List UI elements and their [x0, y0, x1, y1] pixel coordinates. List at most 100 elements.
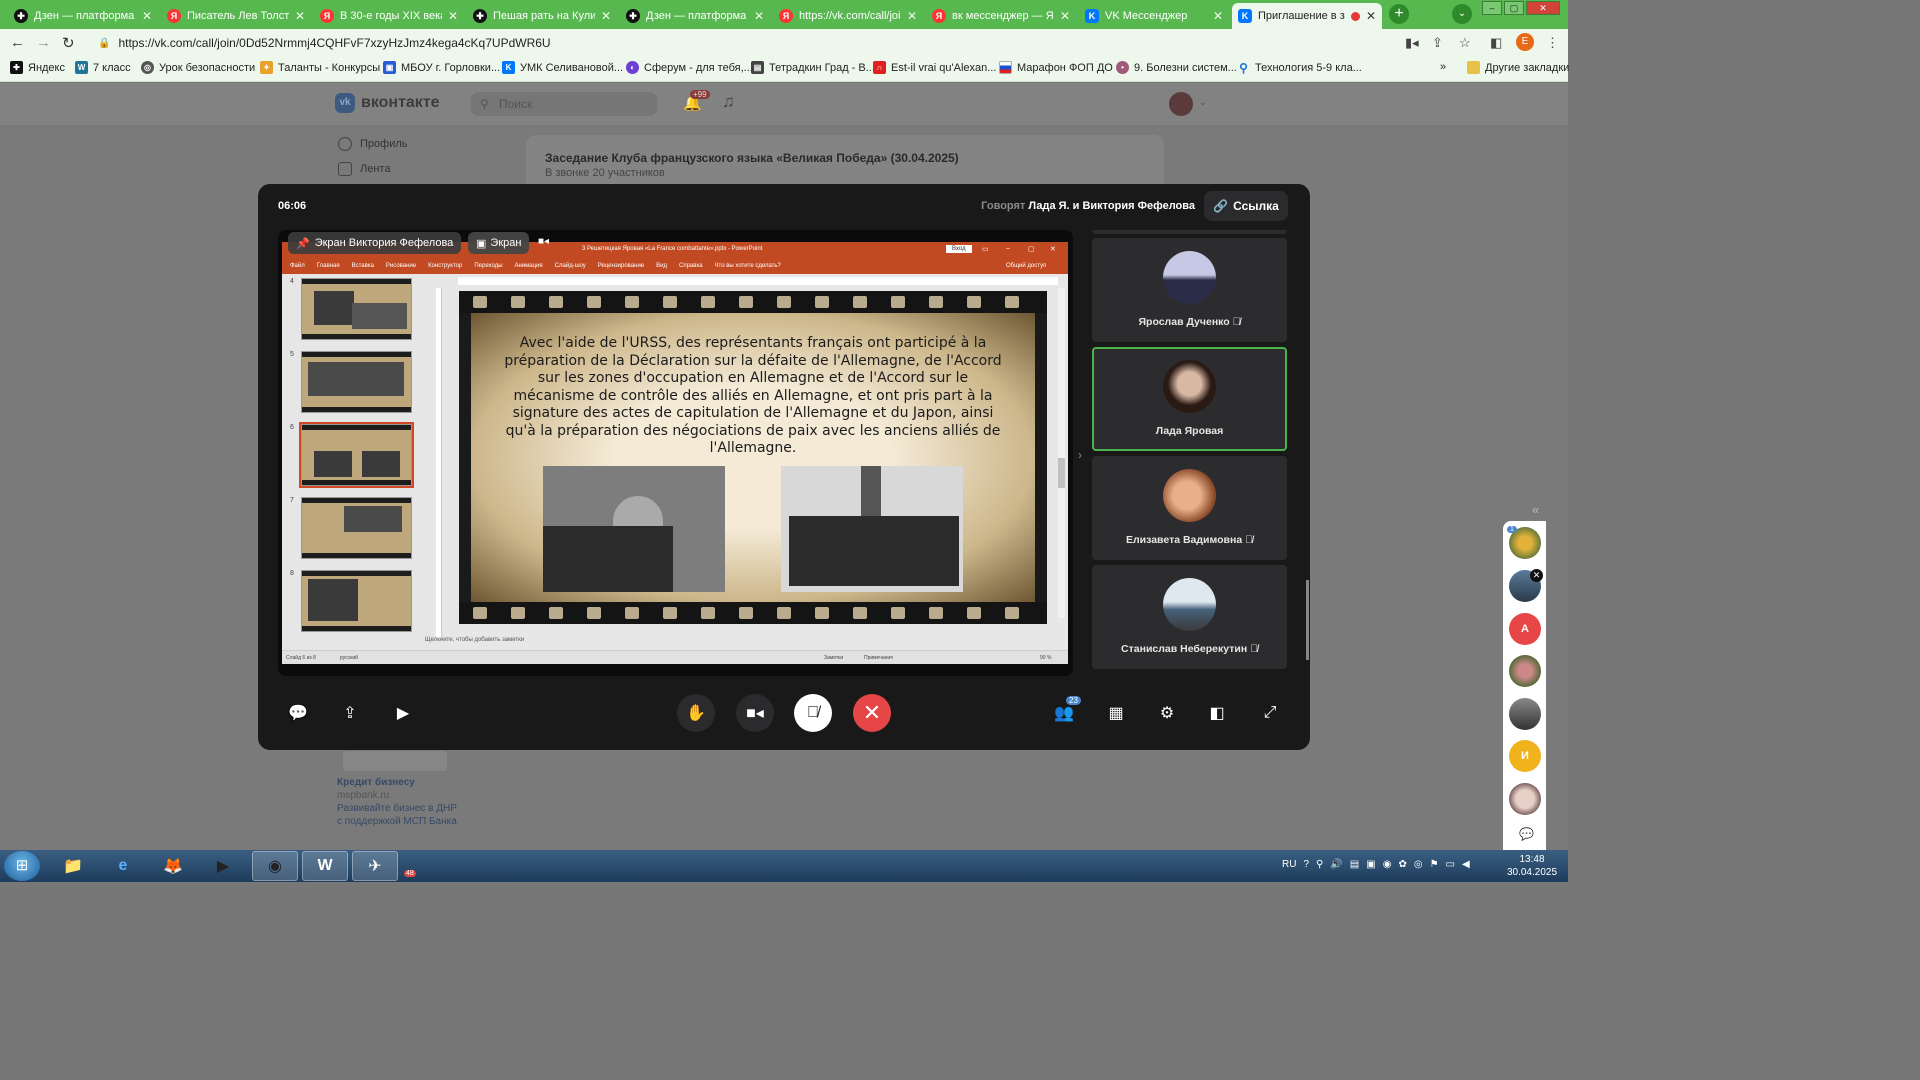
screen-share-icon[interactable]: ⇪ — [331, 694, 369, 732]
start-button[interactable]: ⊞ — [4, 851, 40, 881]
bookmark-item[interactable]: ▤ Тетрадкин Град - В... — [751, 61, 875, 74]
tiles-scrollbar[interactable] — [1306, 580, 1309, 660]
ad-image[interactable] — [343, 751, 447, 771]
explorer-folder-icon[interactable]: 📁 — [50, 851, 96, 881]
browser-tab[interactable]: ✚ Пешая рать на Кулико ✕ — [467, 3, 617, 29]
ad-block[interactable]: Кредит бизнесу mspbank.ru Развивайте биз… — [337, 776, 457, 828]
close-tab-icon[interactable]: ✕ — [601, 9, 611, 23]
sidebar-item-feed[interactable]: Лента — [338, 162, 390, 176]
close-tab-icon[interactable]: ✕ — [1060, 9, 1070, 23]
forward-arrow-icon[interactable]: → — [36, 34, 51, 51]
address-bar[interactable]: 🔒 https://vk.com/call/join/0Dd52Nrmmj4CQ… — [88, 32, 1388, 54]
word-icon[interactable]: W — [302, 851, 348, 881]
clock[interactable]: 13:48 30.04.2025 — [1500, 853, 1564, 879]
chat-avatar[interactable]: И — [1509, 740, 1541, 772]
language-indicator[interactable]: RU — [1282, 859, 1296, 870]
chrome-tray-icon[interactable]: ◉ — [1383, 859, 1392, 870]
chrome-icon[interactable]: ◉ — [252, 851, 298, 881]
mic-muted-button[interactable]: 🎙̸ — [794, 694, 832, 732]
chat-avatar[interactable] — [1509, 655, 1541, 687]
usb-icon[interactable]: ⚲ — [1316, 859, 1323, 870]
bookmark-item[interactable]: ◎ Урок безопасности — [141, 61, 255, 74]
chat-bubble-icon[interactable]: 💬 — [1519, 827, 1534, 841]
participant-tile[interactable]: Станислав Неберекутин 🎙̸ — [1092, 565, 1287, 669]
close-tab-icon[interactable]: ✕ — [448, 9, 458, 23]
camera-in-use-icon[interactable]: ▮◂ — [1405, 35, 1419, 51]
collapse-chevrons-icon[interactable]: « — [1532, 502, 1539, 517]
chevron-down-icon[interactable]: ⌄ — [1199, 97, 1207, 108]
menu-kebab-icon[interactable]: ⋮ — [1546, 35, 1559, 51]
participant-tile-speaking[interactable]: Лада Яровая — [1092, 347, 1287, 451]
app-tray-icon[interactable]: ▣ — [1366, 859, 1375, 870]
chat-avatar[interactable] — [1509, 698, 1541, 730]
close-tab-icon[interactable]: ✕ — [295, 9, 305, 23]
close-tab-icon[interactable]: ✕ — [907, 9, 917, 23]
close-window-button[interactable]: ✕ — [1526, 1, 1560, 15]
browser-tab-active[interactable]: K Приглашение в зв ✕ — [1232, 3, 1382, 29]
bookmark-star-icon[interactable]: ☆ — [1459, 35, 1471, 51]
browser-tab[interactable]: K VK Мессенджер ✕ — [1079, 3, 1229, 29]
shared-screen[interactable]: 3 Решетицкая Яровая «La France combattan… — [278, 230, 1073, 676]
fullscreen-icon[interactable]: ⤢ — [1251, 694, 1289, 732]
minimize-window-button[interactable]: – — [1482, 1, 1502, 15]
bookmark-item[interactable]: W 7 класс — [75, 61, 131, 74]
yandex-tray-icon[interactable]: ◎ — [1414, 859, 1423, 870]
bookmark-item[interactable]: ✚ Яндекс — [10, 61, 65, 74]
side-panel-icon[interactable]: ◧ — [1490, 35, 1502, 51]
tab-search-chevron-icon[interactable]: ⌄ — [1452, 4, 1472, 24]
browser-tab[interactable]: Я https://vk.com/call/join ✕ — [773, 3, 923, 29]
grid-layout-icon[interactable]: ▦ — [1097, 694, 1135, 732]
back-arrow-icon[interactable]: ← — [10, 34, 25, 51]
end-call-button[interactable]: ✕ — [853, 694, 891, 732]
volume-icon[interactable]: 🔊 — [1330, 859, 1342, 870]
reload-icon[interactable]: ↻ — [62, 34, 75, 52]
pip-icon[interactable]: ◧ — [1198, 694, 1236, 732]
vk-search-input[interactable]: ⚲ Поиск — [471, 92, 657, 116]
sidebar-item-profile[interactable]: Профиль — [338, 137, 408, 151]
chat-avatar[interactable]: А — [1509, 613, 1541, 645]
camera-toggle-button[interactable]: ■◂ — [736, 694, 774, 732]
browser-tab[interactable]: Я В 30-е годы XIX века л ✕ — [314, 3, 464, 29]
user-avatar[interactable] — [1169, 92, 1193, 116]
bookmark-item[interactable]: K УМК Селивановой... — [502, 61, 623, 74]
participant-tile[interactable]: Елизавета Вадимовна 🎙̸ — [1092, 456, 1287, 560]
camera-switch-icon[interactable]: ■◂ — [538, 236, 549, 247]
flag-icon[interactable]: ⚑ — [1430, 859, 1439, 870]
network-icon[interactable]: ▤ — [1350, 859, 1359, 870]
vk-logo[interactable]: vk вконтакте — [335, 93, 440, 113]
bookmark-item[interactable]: ▣ МБОУ г. Горловки... — [383, 61, 500, 74]
internet-explorer-icon[interactable]: e — [100, 851, 146, 881]
bookmark-item[interactable]: ∩ Est-il vrai qu'Alexan... — [873, 61, 996, 74]
firefox-icon[interactable]: 🦊 — [150, 851, 196, 881]
new-tab-button[interactable]: + — [1389, 4, 1409, 24]
maximize-window-button[interactable]: ▢ — [1504, 1, 1524, 15]
app-tray-icon[interactable]: ✿ — [1398, 859, 1406, 870]
browser-tab[interactable]: Я Писатель Лев Толстой ✕ — [161, 3, 311, 29]
telegram-icon[interactable]: ✈ — [352, 851, 398, 881]
settings-gear-icon[interactable]: ⚙ — [1148, 694, 1186, 732]
music-icon[interactable]: ♫ — [722, 92, 735, 112]
media-icon[interactable]: ▶ — [384, 694, 422, 732]
bookmark-item[interactable]: Марафон ФОП ДО — [999, 61, 1113, 74]
help-icon[interactable]: ? — [1303, 859, 1309, 870]
monitor-icon[interactable]: ▭ — [1446, 859, 1455, 870]
media-player-icon[interactable]: ▶ — [200, 851, 246, 881]
chat-avatar[interactable] — [1509, 783, 1541, 815]
browser-tab[interactable]: ✚ Дзен — платформа дл ✕ — [620, 3, 770, 29]
close-tab-icon[interactable]: ✕ — [1366, 9, 1376, 23]
close-tab-icon[interactable]: ✕ — [142, 9, 152, 23]
close-tab-icon[interactable]: ✕ — [1213, 9, 1223, 23]
bookmark-item[interactable]: ⚲ Технология 5-9 кла... — [1237, 61, 1362, 75]
browser-tab[interactable]: ✚ Дзен — платформа дл ✕ — [8, 3, 158, 29]
other-bookmarks[interactable]: Другие закладки — [1467, 61, 1569, 74]
browser-tab[interactable]: Я вк мессенджер — Янд ✕ — [926, 3, 1076, 29]
chevron-right-icon[interactable]: › — [1078, 448, 1082, 462]
copy-link-button[interactable]: 🔗 Ссылка — [1204, 191, 1288, 221]
close-icon[interactable]: ✕ — [1530, 569, 1543, 582]
chat-icon[interactable]: 💬 — [279, 694, 317, 732]
bookmark-item[interactable]: ✦ Таланты - Конкурсы — [260, 61, 380, 74]
screen-source-chip[interactable]: ▣ Экран — [468, 232, 530, 254]
share-icon[interactable]: ⇪ — [1432, 35, 1443, 51]
close-tab-icon[interactable]: ✕ — [754, 9, 764, 23]
bookmarks-overflow-chevron-icon[interactable]: » — [1440, 61, 1446, 73]
